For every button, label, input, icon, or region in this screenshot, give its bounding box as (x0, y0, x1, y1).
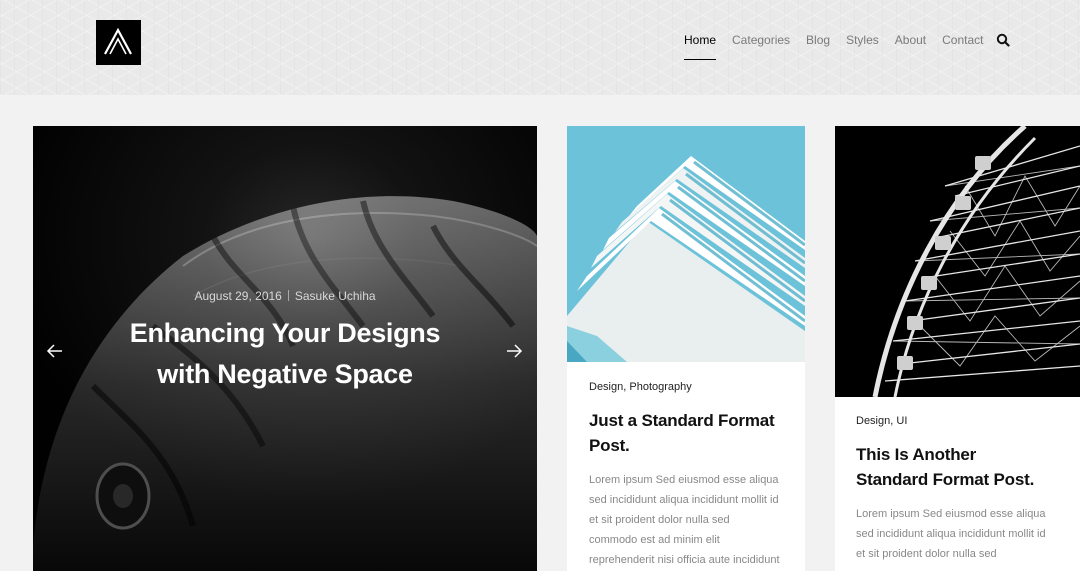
nav-blog[interactable]: Blog (806, 33, 830, 48)
arrow-right-icon[interactable] (505, 342, 523, 360)
main-nav: Home Categories Blog Styles About Contac… (684, 33, 999, 63)
meta-divider (287, 290, 289, 301)
category-link[interactable]: Photography (629, 381, 691, 393)
post-title-line-2[interactable]: Post. (589, 433, 799, 458)
post-excerpt: Lorem ipsum Sed eiusmod esse aliqua sed … (856, 504, 1076, 564)
post-card[interactable]: Design, UI This Is Another Standard Form… (835, 126, 1080, 571)
arrow-left-icon[interactable] (46, 342, 64, 360)
excerpt-line: et sit proident dolor nulla sed (589, 514, 730, 526)
category-link[interactable]: UI (896, 415, 907, 427)
hero-title-line-1[interactable]: Enhancing Your Designs (93, 313, 477, 354)
excerpt-line: Lorem ipsum Sed eiusmod esse aliqua (856, 508, 1046, 520)
excerpt-line: sed incididunt aliqua incididunt mollit … (856, 528, 1046, 540)
site-header: Home Categories Blog Styles About Contac… (0, 0, 1080, 95)
search-icon[interactable] (996, 33, 1010, 47)
post-title-line-1[interactable]: This Is Another (856, 442, 1076, 467)
excerpt-line: sed incididunt aliqua incididunt mollit … (589, 494, 779, 506)
site-logo[interactable] (96, 20, 141, 65)
post-card[interactable]: Design, Photography Just a Standard Form… (567, 126, 805, 571)
nav-contact[interactable]: Contact (942, 33, 983, 48)
featured-slider[interactable]: August 29, 2016 Sasuke Uchiha Enhancing Y… (33, 126, 537, 571)
nav-about[interactable]: About (895, 33, 926, 48)
hero-author[interactable]: Sasuke Uchiha (295, 289, 376, 303)
excerpt-line: commodo est ad minim elit (589, 534, 720, 546)
post-categories: Design, UI (856, 415, 908, 427)
post-categories: Design, Photography (589, 381, 692, 393)
nav-home[interactable]: Home (684, 33, 717, 60)
logo-mark-icon (104, 27, 132, 55)
post-building-image[interactable] (567, 126, 805, 362)
post-title-line-1[interactable]: Just a Standard Format (589, 408, 799, 433)
hero-date: August 29, 2016 (194, 289, 282, 303)
post-excerpt: Lorem ipsum Sed eiusmod esse aliqua sed … (589, 470, 799, 570)
hero-meta: August 29, 2016 Sasuke Uchiha (33, 289, 537, 303)
nav-categories[interactable]: Categories (732, 33, 790, 48)
hero-title[interactable]: Enhancing Your Designs with Negative Spa… (93, 313, 477, 395)
hero-title-line-2[interactable]: with Negative Space (93, 354, 477, 395)
nav-styles[interactable]: Styles (846, 33, 879, 48)
post-title[interactable]: Just a Standard Format Post. (589, 408, 799, 458)
category-link[interactable]: Design (856, 415, 890, 427)
category-link[interactable]: Design (589, 381, 623, 393)
post-ferris-wheel-image[interactable] (835, 126, 1080, 397)
excerpt-line: et sit proident dolor nulla sed (856, 548, 997, 560)
post-title-line-2[interactable]: Standard Format Post. (856, 467, 1076, 492)
excerpt-line: Lorem ipsum Sed eiusmod esse aliqua (589, 474, 779, 486)
post-title[interactable]: This Is Another Standard Format Post. (856, 442, 1076, 492)
excerpt-line: reprehenderit nisi officia aute incididu… (589, 554, 780, 566)
